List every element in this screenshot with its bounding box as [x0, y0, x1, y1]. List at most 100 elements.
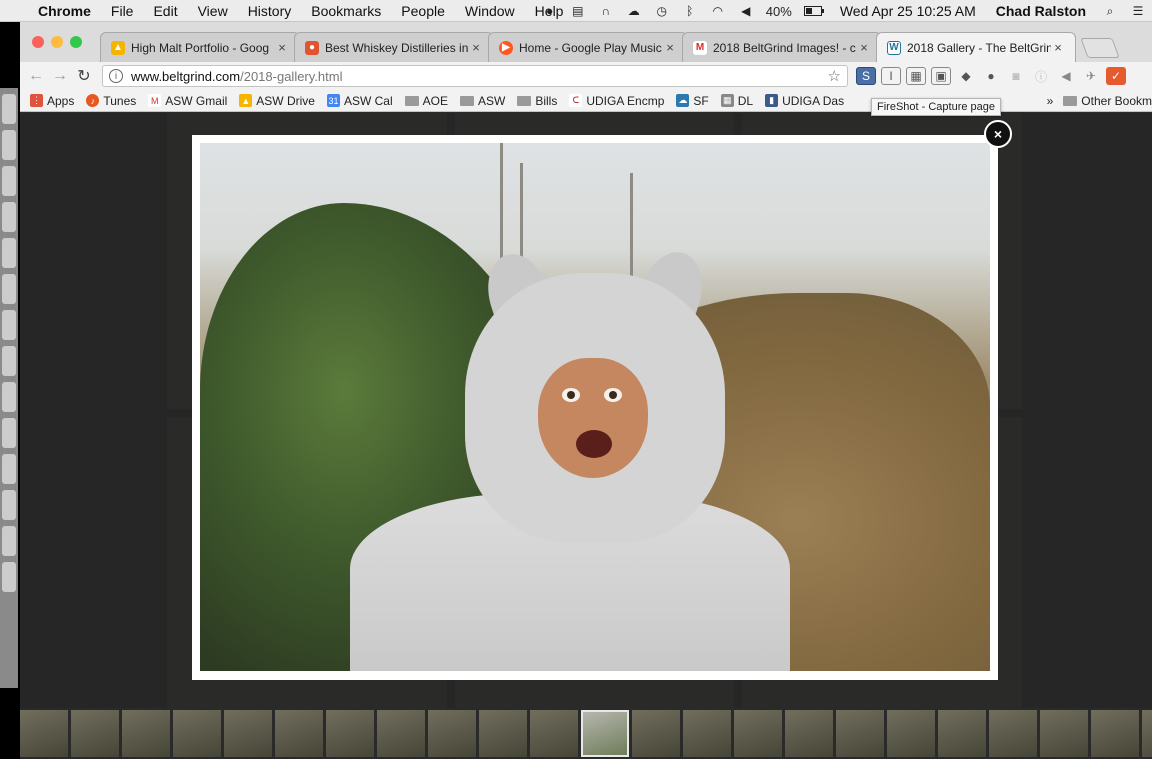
- thumbnail[interactable]: [683, 710, 731, 757]
- tab-gallery[interactable]: W 2018 Gallery - The BeltGrin ×: [876, 32, 1076, 62]
- bookmark-asw-gmail[interactable]: M ASW Gmail: [148, 94, 227, 108]
- tab-close-icon[interactable]: ×: [275, 40, 289, 55]
- new-tab-button[interactable]: [1080, 38, 1120, 58]
- dock-app-icon[interactable]: [2, 346, 16, 376]
- lightbox-close-button[interactable]: ×: [984, 120, 1012, 148]
- app-menu-chrome[interactable]: Chrome: [18, 3, 101, 19]
- user-name[interactable]: Chad Ralston: [986, 3, 1096, 19]
- pocket-extension-icon[interactable]: ◀: [1056, 67, 1076, 85]
- thumbnail[interactable]: [785, 710, 833, 757]
- tab-gmail[interactable]: M 2018 BeltGrind Images! - c ×: [682, 32, 882, 62]
- wifi-icon[interactable]: ◠: [710, 4, 726, 18]
- thumbnail[interactable]: [1091, 710, 1139, 757]
- clock[interactable]: Wed Apr 25 10:25 AM: [830, 3, 986, 19]
- menu-window[interactable]: Window: [455, 3, 525, 19]
- evernote-extension-icon[interactable]: ▣: [931, 67, 951, 85]
- dock-app-icon[interactable]: [2, 310, 16, 340]
- camera-extension-icon[interactable]: ◙: [1006, 67, 1026, 85]
- thumbnail[interactable]: [71, 710, 119, 757]
- info-extension-icon[interactable]: ⓘ: [1031, 67, 1051, 85]
- hat-icon[interactable]: ●: [542, 4, 558, 18]
- bird-extension-icon[interactable]: ◆: [956, 67, 976, 85]
- dock-app-icon[interactable]: [2, 418, 16, 448]
- thumbnail[interactable]: [632, 710, 680, 757]
- menu-history[interactable]: History: [238, 3, 302, 19]
- thumbnail[interactable]: [275, 710, 323, 757]
- bookmark-star-icon[interactable]: ☆: [828, 67, 841, 85]
- thumbnail[interactable]: [734, 710, 782, 757]
- site-info-icon[interactable]: i: [109, 69, 123, 83]
- dock-app-icon[interactable]: [2, 274, 16, 304]
- thumbnail[interactable]: [887, 710, 935, 757]
- window-minimize-button[interactable]: [51, 36, 63, 48]
- tab-play-music[interactable]: ▶ Home - Google Play Music ×: [488, 32, 688, 62]
- plane-extension-icon[interactable]: ✈: [1081, 67, 1101, 85]
- menu-people[interactable]: People: [391, 3, 455, 19]
- reload-icon[interactable]: ↻: [72, 64, 96, 88]
- bookmark-tunes[interactable]: ♪ Tunes: [86, 94, 136, 108]
- thumbnail[interactable]: [989, 710, 1037, 757]
- dock-app-icon[interactable]: [2, 94, 16, 124]
- tab-whiskey[interactable]: ● Best Whiskey Distilleries in ×: [294, 32, 494, 62]
- thumbnail[interactable]: [173, 710, 221, 757]
- bookmark-folder-asw[interactable]: ASW: [459, 94, 505, 108]
- cloud-icon[interactable]: ☁: [626, 4, 642, 18]
- bookmark-dl[interactable]: ▦ DL: [720, 94, 753, 108]
- bookmark-other-bookmarks[interactable]: Other Bookm: [1063, 94, 1152, 108]
- dock-app-icon[interactable]: [2, 166, 16, 196]
- thumbnail[interactable]: [326, 710, 374, 757]
- thumbnail[interactable]: [530, 710, 578, 757]
- thumbnail[interactable]: [1040, 710, 1088, 757]
- thumbnail[interactable]: [224, 710, 272, 757]
- todo-extension-icon[interactable]: ✓: [1106, 67, 1126, 85]
- bookmark-asw-drive[interactable]: ▲ ASW Drive: [239, 94, 315, 108]
- bookmark-udiga-das[interactable]: ▮ UDIGA Das: [765, 94, 844, 108]
- thumbnail[interactable]: [20, 710, 68, 757]
- dock-app-icon[interactable]: [2, 382, 16, 412]
- bookmark-sf[interactable]: ☁ SF: [676, 94, 709, 108]
- headphones-icon[interactable]: ∩: [598, 4, 614, 18]
- tab-high-malt[interactable]: ▲ High Malt Portfolio - Goog ×: [100, 32, 300, 62]
- address-bar[interactable]: i www.beltgrind.com/2018-gallery.html ☆: [102, 65, 848, 87]
- dock-app-icon[interactable]: [2, 202, 16, 232]
- instapaper-extension-icon[interactable]: I: [881, 67, 901, 85]
- menu-edit[interactable]: Edit: [143, 3, 187, 19]
- menu-bookmarks[interactable]: Bookmarks: [301, 3, 391, 19]
- forward-arrow-icon[interactable]: →: [48, 64, 72, 88]
- thumbnail[interactable]: [122, 710, 170, 757]
- volume-icon[interactable]: ◀: [738, 4, 754, 18]
- dock-app-icon[interactable]: [2, 454, 16, 484]
- tab-close-icon[interactable]: ×: [1051, 40, 1065, 55]
- battery-icon[interactable]: [803, 4, 824, 18]
- stack-icon[interactable]: ▤: [570, 4, 586, 18]
- battery-percent[interactable]: 40%: [766, 4, 792, 19]
- bookmark-apps[interactable]: ⋮ Apps: [30, 94, 74, 108]
- tab-close-icon[interactable]: ×: [857, 40, 871, 55]
- menu-file[interactable]: File: [101, 3, 144, 19]
- menu-view[interactable]: View: [188, 3, 238, 19]
- bookmarks-overflow-chevron-icon[interactable]: »: [1047, 94, 1054, 108]
- window-maximize-button[interactable]: [70, 36, 82, 48]
- thumbnail[interactable]: [1142, 710, 1152, 757]
- location-extension-icon[interactable]: ●: [981, 67, 1001, 85]
- bluetooth-icon[interactable]: ᛒ: [682, 4, 698, 18]
- dock-app-icon[interactable]: [2, 130, 16, 160]
- fireshot-extension-icon[interactable]: S: [856, 67, 876, 85]
- thumbnail[interactable]: [479, 710, 527, 757]
- bookmark-folder-bills[interactable]: Bills: [517, 94, 557, 108]
- back-arrow-icon[interactable]: ←: [24, 64, 48, 88]
- calendar-extension-icon[interactable]: ▦: [906, 67, 926, 85]
- thumbnail[interactable]: [938, 710, 986, 757]
- window-close-button[interactable]: [32, 36, 44, 48]
- dock-app-icon[interactable]: [2, 490, 16, 520]
- bookmark-folder-aoe[interactable]: AOE: [404, 94, 448, 108]
- notification-center-icon[interactable]: ☰: [1130, 4, 1146, 18]
- tab-close-icon[interactable]: ×: [663, 40, 677, 55]
- bookmark-asw-cal[interactable]: 31 ASW Cal: [326, 94, 393, 108]
- thumbnail[interactable]: [377, 710, 425, 757]
- bookmark-udiga-encmp[interactable]: ᑕ UDIGA Encmp: [569, 94, 664, 108]
- time-machine-icon[interactable]: ◷: [654, 4, 670, 18]
- dock-app-icon[interactable]: [2, 238, 16, 268]
- tab-close-icon[interactable]: ×: [469, 40, 483, 55]
- dock-app-icon[interactable]: [2, 562, 16, 592]
